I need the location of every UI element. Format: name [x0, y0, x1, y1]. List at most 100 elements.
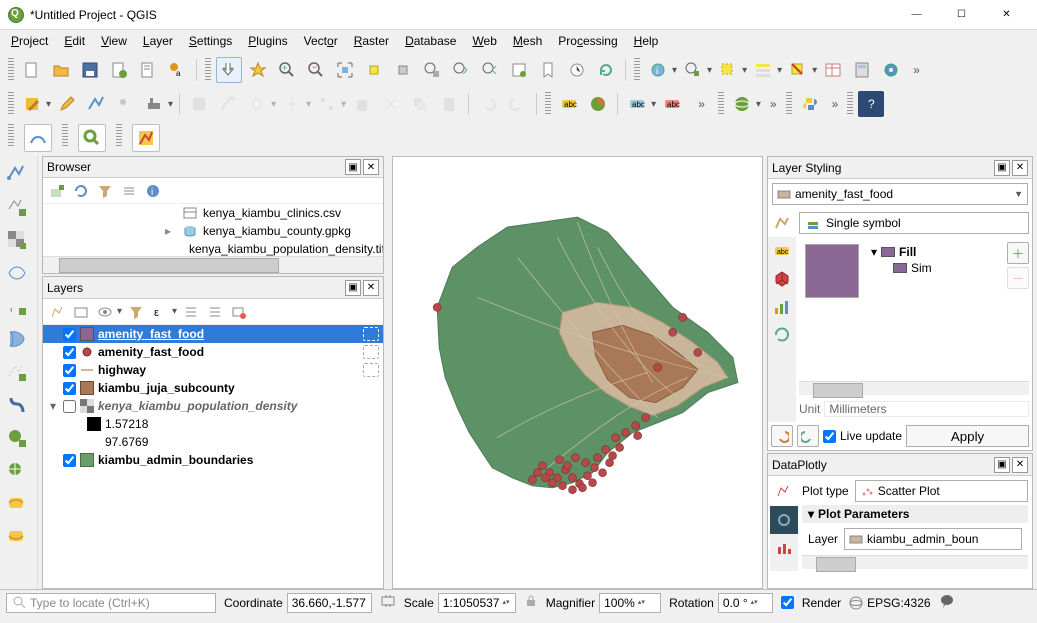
new-print-layout-button[interactable] — [106, 57, 132, 83]
new-map-view-button[interactable] — [506, 57, 532, 83]
plugin-button-2[interactable] — [78, 124, 106, 152]
new-project-button[interactable] — [19, 57, 45, 83]
symbol-preview[interactable] — [805, 244, 859, 298]
save-project-button[interactable] — [77, 57, 103, 83]
label-toolbar-1[interactable]: abc — [556, 91, 582, 117]
properties-icon[interactable]: i — [143, 181, 163, 201]
label-pin-button[interactable]: abc — [659, 91, 685, 117]
label-highlight-button[interactable]: abc — [624, 91, 650, 117]
add-xyz-button[interactable] — [3, 457, 31, 485]
undo-style-button[interactable] — [771, 425, 793, 447]
layer-checkbox[interactable] — [63, 328, 76, 341]
edits-button[interactable] — [19, 91, 45, 117]
menu-mesh[interactable]: Mesh — [506, 32, 549, 50]
dataplotly-undock-button[interactable]: ▣ — [994, 457, 1010, 473]
close-button[interactable]: ✕ — [984, 0, 1029, 30]
magnifier-input[interactable]: 100%▴▾ — [599, 593, 661, 613]
add-mesh-button[interactable] — [3, 259, 31, 287]
remove-layer-icon[interactable] — [229, 302, 249, 322]
menu-edit[interactable]: Edit — [57, 32, 92, 50]
layout-manager-button[interactable] — [135, 57, 161, 83]
filter-icon[interactable] — [95, 181, 115, 201]
undo-button[interactable] — [475, 91, 501, 117]
plot-layer-combo[interactable]: kiambu_admin_boun — [844, 528, 1022, 550]
dataplotly-close-button[interactable]: ✕ — [1012, 457, 1028, 473]
add-group-icon[interactable] — [71, 302, 91, 322]
redo-button[interactable] — [504, 91, 530, 117]
digitize-shape-button[interactable] — [244, 91, 270, 117]
layer-checkbox[interactable] — [63, 400, 76, 413]
styling-close-button[interactable]: ✕ — [1012, 160, 1028, 176]
apply-button[interactable]: Apply — [906, 425, 1029, 447]
plot-parameters-header[interactable]: ▾Plot Parameters — [802, 505, 1028, 523]
add-point-button[interactable] — [215, 91, 241, 117]
unit-combo[interactable]: Millimeters — [824, 401, 1029, 417]
symbology-tab[interactable] — [768, 209, 796, 237]
plot-type-combo[interactable]: Scatter Plot — [855, 480, 1028, 502]
new-bookmark-button[interactable] — [535, 57, 561, 83]
menu-project[interactable]: Project — [4, 32, 55, 50]
identify-button[interactable]: i — [645, 57, 671, 83]
layer-checkbox[interactable] — [63, 454, 76, 467]
add-spatialite-button[interactable] — [3, 325, 31, 353]
plugin-button-1[interactable] — [24, 124, 52, 152]
add-vector-plus-button[interactable] — [3, 193, 31, 221]
layer-checkbox[interactable] — [63, 382, 76, 395]
browser-item[interactable]: kenya_kiambu_population_density.tif — [43, 240, 383, 257]
add-wcs2-button[interactable] — [3, 523, 31, 551]
toolbar-overflow-2[interactable]: » — [698, 97, 705, 111]
select-button[interactable] — [715, 57, 741, 83]
menu-settings[interactable]: Settings — [182, 32, 239, 50]
zoom-out-button[interactable]: − — [303, 57, 329, 83]
python-button[interactable] — [797, 91, 823, 117]
layer-row[interactable]: ▾ kenya_kiambu_population_density — [43, 397, 383, 415]
pan-to-selection-button[interactable] — [245, 57, 271, 83]
plot-settings-tab[interactable] — [770, 478, 798, 506]
add-layer-icon[interactable] — [47, 181, 67, 201]
scale-input[interactable]: 1:1050537▴▾ — [438, 593, 516, 613]
zoom-full-button[interactable] — [332, 57, 358, 83]
renderer-combo[interactable]: Single symbol — [799, 212, 1029, 234]
coordinate-input[interactable]: 36.660,-1.577 — [287, 593, 372, 613]
layer-style-icon[interactable] — [47, 302, 67, 322]
line-tool-button[interactable] — [83, 91, 109, 117]
minimize-button[interactable]: — — [894, 0, 939, 30]
extents-icon[interactable] — [380, 593, 396, 612]
add-raster-button[interactable] — [3, 226, 31, 254]
toolbar-overflow-4[interactable]: » — [832, 97, 839, 111]
diagram-button[interactable] — [585, 91, 611, 117]
add-delimited-button[interactable]: , — [3, 292, 31, 320]
browser-undock-button[interactable]: ▣ — [345, 159, 361, 175]
history-tab[interactable] — [768, 321, 796, 349]
visibility-icon[interactable] — [95, 302, 115, 322]
add-wms-button[interactable] — [3, 424, 31, 452]
layer-row[interactable]: kiambu_admin_boundaries — [43, 451, 383, 469]
deselect-button[interactable] — [785, 57, 811, 83]
browser-hscroll[interactable] — [43, 256, 383, 273]
add-postgis-button[interactable] — [3, 391, 31, 419]
menu-web[interactable]: Web — [465, 32, 503, 50]
rotation-input[interactable]: 0.0 °▴▾ — [718, 593, 773, 613]
layer-row[interactable]: highway — [43, 361, 383, 379]
styling-undock-button[interactable]: ▣ — [994, 160, 1010, 176]
styling-hscroll[interactable] — [799, 381, 1029, 395]
attribute-table-button[interactable] — [820, 57, 846, 83]
vertex-tool-button[interactable] — [314, 91, 340, 117]
pan-button[interactable] — [216, 57, 242, 83]
menu-help[interactable]: Help — [627, 32, 666, 50]
diagram-tab[interactable] — [768, 293, 796, 321]
live-update-checkbox[interactable] — [823, 430, 836, 443]
zoom-to-layer-button[interactable] — [390, 57, 416, 83]
select-by-value-button[interactable] — [750, 57, 776, 83]
menu-view[interactable]: View — [94, 32, 134, 50]
zoom-last-button[interactable] — [448, 57, 474, 83]
plotly-hscroll[interactable] — [802, 555, 1028, 569]
save-edits-button[interactable] — [186, 91, 212, 117]
digitize-button[interactable] — [141, 91, 167, 117]
layer-child-row[interactable]: 97.6769 — [43, 433, 383, 451]
zoom-next-button[interactable] — [477, 57, 503, 83]
toggle-editing-button[interactable] — [54, 91, 80, 117]
zoom-native-button[interactable] — [419, 57, 445, 83]
add-wcs-button[interactable] — [3, 490, 31, 518]
add-virtual-button[interactable] — [3, 358, 31, 386]
